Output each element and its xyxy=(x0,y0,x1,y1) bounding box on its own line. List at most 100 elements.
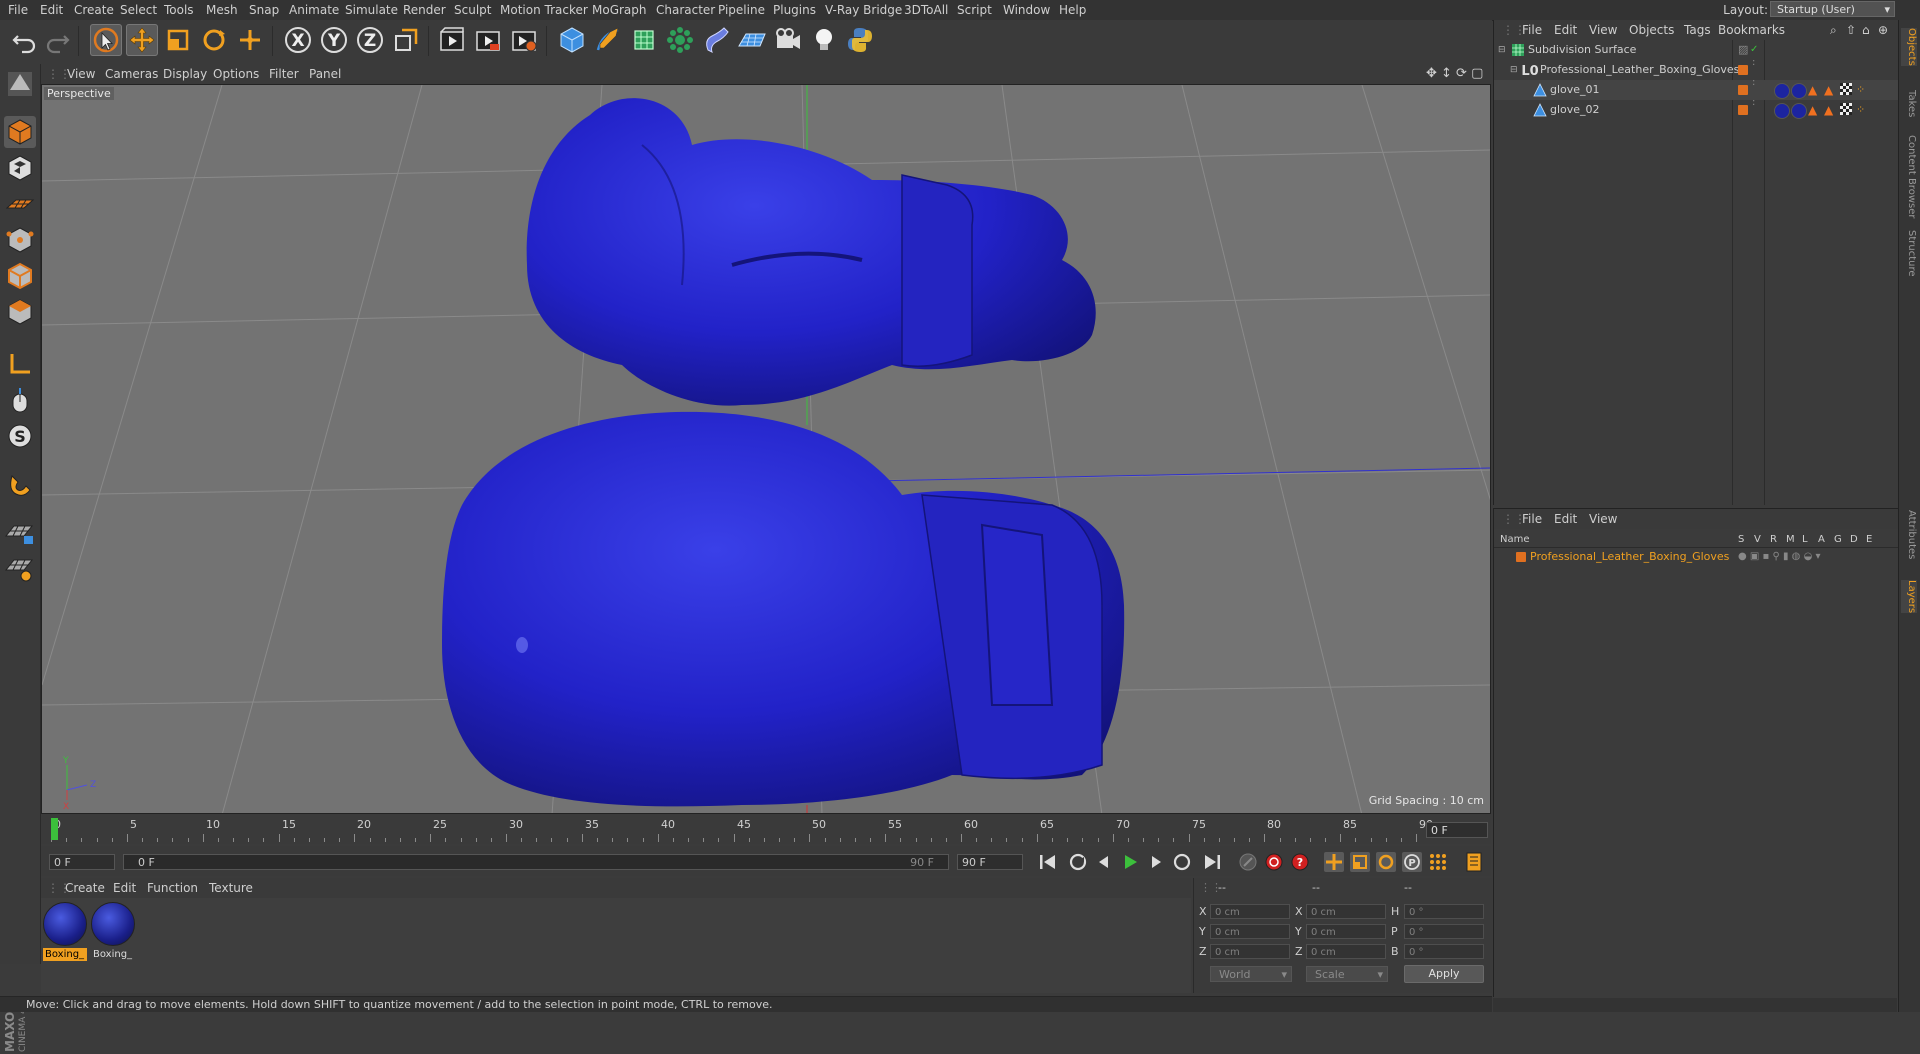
record-keys-disabled-icon[interactable] xyxy=(1237,851,1259,873)
python-icon[interactable] xyxy=(844,24,876,56)
name-column-header[interactable]: Name xyxy=(1500,533,1530,547)
menu-script[interactable]: Script xyxy=(957,0,992,20)
go-to-end-icon[interactable] xyxy=(1201,851,1223,873)
key-pla-icon[interactable] xyxy=(1427,851,1449,873)
workplane-lock-icon[interactable] xyxy=(4,516,36,548)
collapse-icon[interactable]: ⊟ xyxy=(1510,60,1518,80)
lm-menu-edit[interactable]: Edit xyxy=(1554,509,1577,529)
om-up-icon[interactable]: ⇧ xyxy=(1846,20,1856,40)
z-axis-lock-icon[interactable]: Z xyxy=(354,24,386,56)
render-picture-viewer-icon[interactable] xyxy=(472,24,504,56)
material-swatch[interactable]: Boxing_ xyxy=(91,902,135,960)
om-menu-tags[interactable]: Tags xyxy=(1684,20,1711,40)
previous-keyframe-icon[interactable] xyxy=(1067,851,1089,873)
last-tool-icon[interactable] xyxy=(234,24,266,56)
menu-render[interactable]: Render xyxy=(403,0,446,20)
om-home-icon[interactable]: ⌂ xyxy=(1862,20,1870,40)
record-active-icon[interactable] xyxy=(1263,851,1285,873)
om-menu-bookmarks[interactable]: Bookmarks xyxy=(1718,20,1785,40)
phong-tag-icon[interactable]: ▲ xyxy=(1808,80,1817,100)
pen-spline-icon[interactable] xyxy=(592,24,624,56)
om-new-view-icon[interactable]: ⊕ xyxy=(1878,20,1888,40)
layer-color-icon[interactable] xyxy=(1516,552,1526,562)
edit-render-settings-icon[interactable] xyxy=(508,24,540,56)
horizontal-scrollbar[interactable] xyxy=(1493,998,1897,1012)
menu-3dtoall[interactable]: 3DToAll xyxy=(904,0,948,20)
go-to-start-icon[interactable] xyxy=(1037,851,1059,873)
tab-structure[interactable]: Structure xyxy=(1901,230,1917,277)
previous-frame-icon[interactable] xyxy=(1093,851,1115,873)
rot-b-field[interactable]: 0 ° xyxy=(1404,944,1484,959)
object-row-glove-02[interactable]: glove_02 : ▲ ▲ ⁘ xyxy=(1494,98,1898,120)
rot-h-field[interactable]: 0 ° xyxy=(1404,904,1484,919)
layer-indicator-icon[interactable]: ▨ xyxy=(1738,40,1748,60)
solo-column-header[interactable]: S xyxy=(1738,533,1744,547)
manager-column-header[interactable]: M xyxy=(1786,533,1795,547)
menu-select[interactable]: Select xyxy=(120,0,157,20)
autokey-icon[interactable]: ? xyxy=(1289,851,1311,873)
live-select-icon[interactable] xyxy=(90,24,122,56)
coordinate-space-dropdown[interactable]: World ▾ xyxy=(1210,966,1292,982)
menu-vray-bridge[interactable]: V-Ray Bridge xyxy=(825,0,902,20)
vp-menu-panel[interactable]: Panel xyxy=(309,64,341,84)
material-swatch[interactable]: Boxing_ xyxy=(43,902,87,961)
workplane-grid-icon[interactable] xyxy=(4,552,36,584)
model-mode-icon[interactable] xyxy=(4,116,36,148)
animation-column-header[interactable]: A xyxy=(1818,533,1825,547)
frame-range-slider[interactable]: 0 F 90 F xyxy=(123,854,949,870)
menu-edit[interactable]: Edit xyxy=(40,0,63,20)
mat-menu-function[interactable]: Function xyxy=(147,878,198,898)
rot-p-field[interactable]: 0 ° xyxy=(1404,924,1484,939)
workplane-icon[interactable] xyxy=(4,188,36,220)
object-row-subdivision-surface[interactable]: ⊟ Subdivision Surface ▨ ✓ xyxy=(1494,40,1898,60)
deformers-column-header[interactable]: D xyxy=(1850,533,1858,547)
phong-tag-icon[interactable]: ▲ xyxy=(1808,100,1817,120)
size-y-field[interactable]: 0 cm xyxy=(1306,924,1386,939)
visibility-dots-icon[interactable]: : xyxy=(1752,78,1755,88)
subdivision-surface-icon[interactable] xyxy=(628,24,660,56)
rotate-icon[interactable] xyxy=(198,24,230,56)
tab-takes[interactable]: Takes xyxy=(1901,90,1917,117)
timeline-ticks[interactable]: 051015202530354045505560657075808590 xyxy=(51,818,1433,842)
cube-icon[interactable] xyxy=(556,24,588,56)
layer-color-icon[interactable] xyxy=(1738,105,1748,115)
menu-animate[interactable]: Animate xyxy=(289,0,339,20)
selection-tag-icon[interactable]: ⁘ xyxy=(1856,80,1865,100)
lm-menu-file[interactable]: File xyxy=(1522,509,1542,529)
collapse-icon[interactable]: ⊟ xyxy=(1498,40,1506,60)
make-editable-icon[interactable] xyxy=(4,68,36,100)
glove-02-mesh[interactable] xyxy=(442,411,1125,807)
camera-icon[interactable] xyxy=(772,24,804,56)
viewport-nav-icons[interactable]: ✥ ↕ ⟳ ▢ xyxy=(1426,64,1483,84)
vp-menu-filter[interactable]: Filter xyxy=(269,64,299,84)
y-axis-lock-icon[interactable]: Y xyxy=(318,24,350,56)
tweak-mode-icon[interactable] xyxy=(4,384,36,416)
selection-tag-icon[interactable]: ⁘ xyxy=(1856,100,1865,120)
render-view-icon[interactable] xyxy=(436,24,468,56)
menu-pipeline[interactable]: Pipeline xyxy=(718,0,765,20)
expressions-column-header[interactable]: E xyxy=(1866,533,1872,547)
pos-y-field[interactable]: 0 cm xyxy=(1210,924,1290,939)
layout-select[interactable]: Startup (User) xyxy=(1770,1,1895,18)
tab-content-browser[interactable]: Content Browser xyxy=(1901,135,1917,218)
om-menu-view[interactable]: View xyxy=(1589,20,1617,40)
vp-menu-display[interactable]: Display xyxy=(163,64,207,84)
current-frame-field[interactable]: 0 F xyxy=(1426,822,1488,838)
end-frame-field[interactable]: 90 F xyxy=(957,854,1023,870)
tab-layers[interactable]: Layers xyxy=(1901,580,1917,614)
coordinate-system-icon[interactable] xyxy=(390,24,422,56)
texture-tag-icon[interactable] xyxy=(1840,83,1852,95)
axis-mode-icon[interactable] xyxy=(4,348,36,380)
om-menu-objects[interactable]: Objects xyxy=(1629,20,1674,40)
timeline-window-icon[interactable] xyxy=(1463,851,1485,873)
size-mode-dropdown[interactable]: Scale ▾ xyxy=(1306,966,1388,982)
timeline-ruler[interactable]: 051015202530354045505560657075808590 0 F xyxy=(41,814,1491,844)
array-icon[interactable] xyxy=(664,24,696,56)
material-tag-icon[interactable] xyxy=(1791,103,1807,119)
scale-icon[interactable] xyxy=(162,24,194,56)
key-position-icon[interactable] xyxy=(1323,851,1345,873)
next-keyframe-icon[interactable] xyxy=(1171,851,1193,873)
layer-color-icon[interactable] xyxy=(1738,65,1748,75)
uvw-tag-icon[interactable]: ▲ xyxy=(1824,100,1833,120)
visibility-dots-icon[interactable]: : xyxy=(1752,98,1755,108)
